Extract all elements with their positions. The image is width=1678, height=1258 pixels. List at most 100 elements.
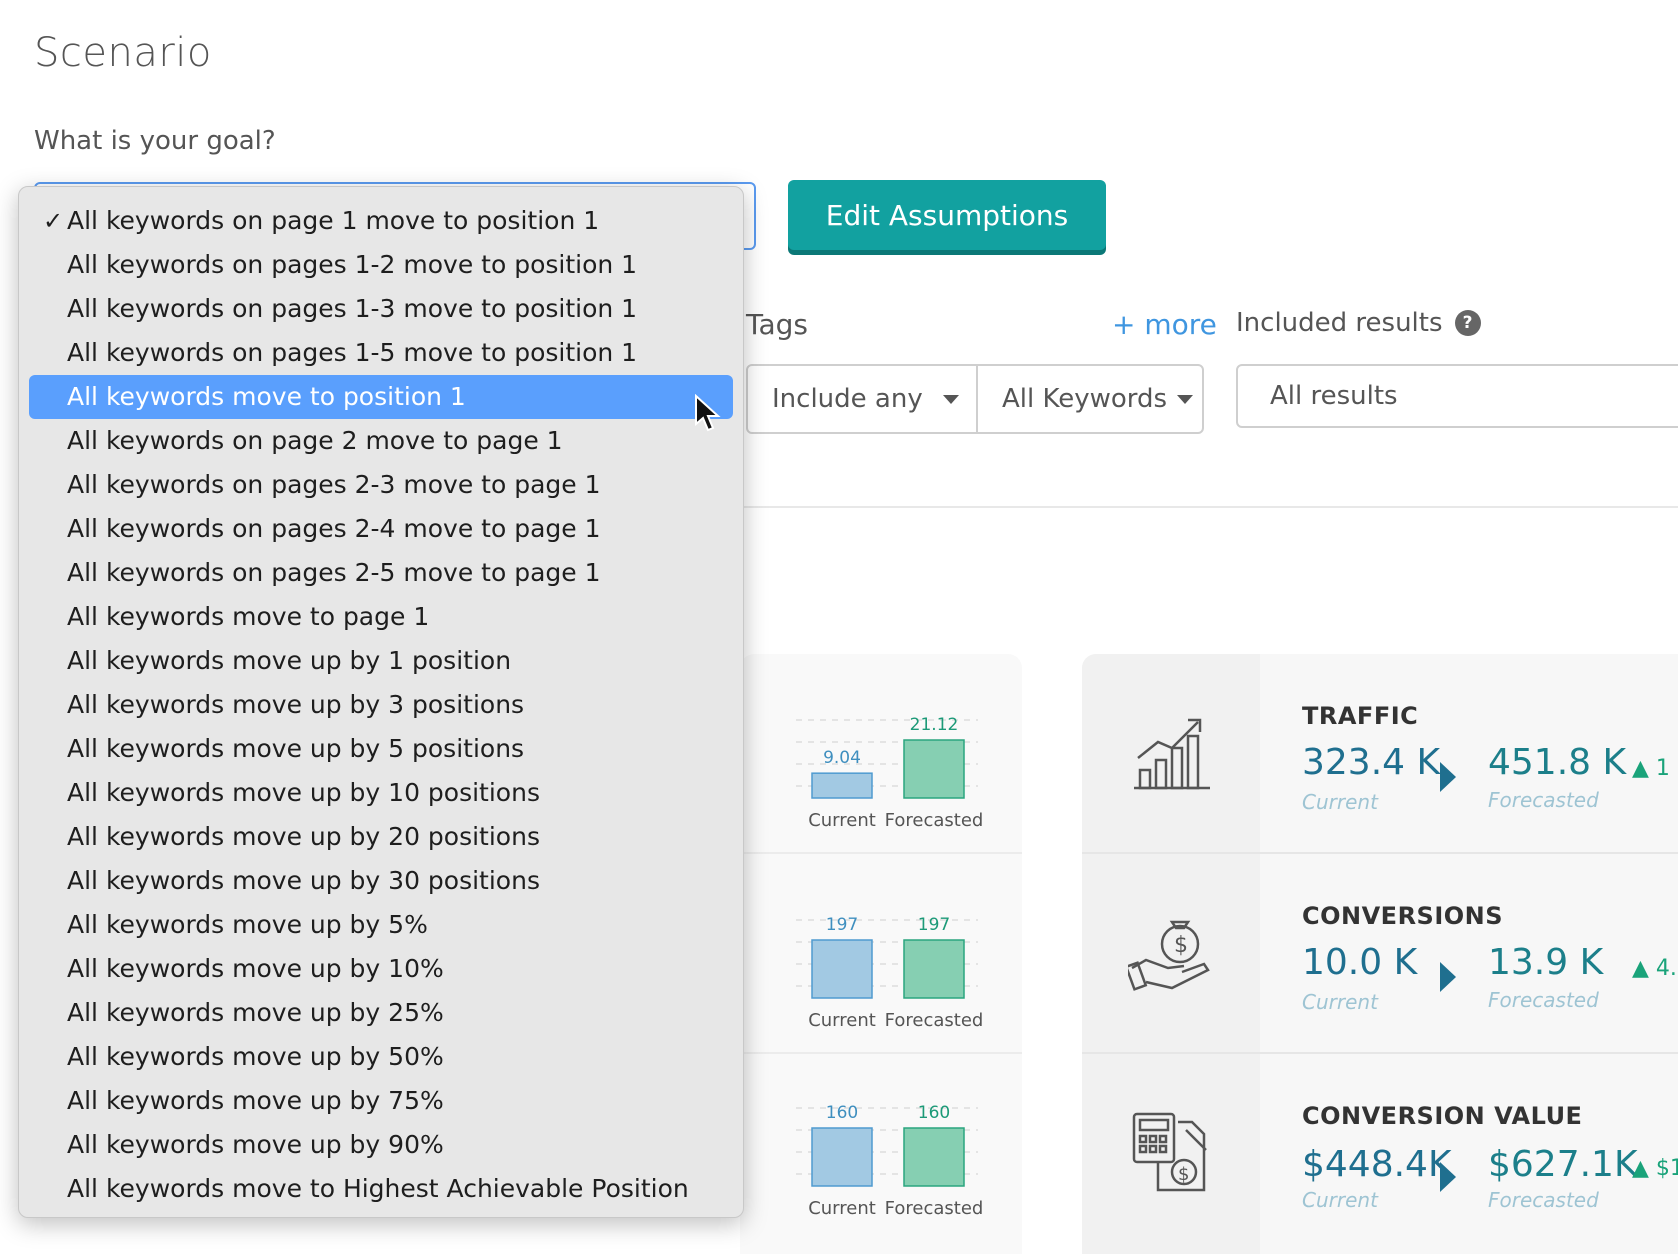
metric-title: CONVERSION VALUE [1302, 1102, 1583, 1130]
goal-menu-item[interactable]: All keywords on pages 1-5 move to positi… [29, 331, 733, 375]
goal-menu-item-label: All keywords move up by 5% [67, 910, 428, 939]
bar-forecasted [903, 739, 965, 799]
bar-current [811, 939, 873, 999]
bar-chart-svg: 160 Current 160 Forecasted [796, 1103, 984, 1218]
metric-delta: ▲ 1 [1632, 756, 1670, 781]
bar-forecasted [903, 939, 965, 999]
goal-menu-item[interactable]: All keywords move up by 50% [29, 1035, 733, 1079]
category-label: Current [808, 810, 876, 830]
goal-label: What is your goal? [34, 126, 276, 156]
goal-menu-item-label: All keywords move up by 30 positions [67, 866, 540, 895]
included-results-text: Included results [1236, 308, 1443, 338]
goal-menu-item[interactable]: ✓ All keywords on page 1 move to position… [29, 199, 733, 243]
metric-forecast-value: $627.1K [1488, 1144, 1638, 1185]
divider [1082, 1052, 1678, 1054]
divider [740, 852, 1022, 854]
goal-menu-item-label: All keywords move up by 5 positions [67, 734, 525, 763]
divider [740, 506, 1678, 508]
goal-menu-item[interactable]: All keywords on pages 2-4 move to page 1 [29, 507, 733, 551]
bar-value-label: 160 [826, 1103, 858, 1123]
bar-value-label: 9.04 [823, 748, 861, 768]
goal-dropdown-menu[interactable]: ✓ All keywords on page 1 move to position… [18, 186, 744, 1218]
goal-menu-item-label: All keywords move to position 1 [67, 382, 466, 411]
goal-menu-item-label: All keywords move up by 90% [67, 1130, 444, 1159]
goal-menu-item[interactable]: All keywords move up by 75% [29, 1079, 733, 1123]
bar-current [811, 772, 873, 799]
metric-delta: ▲ $1 [1632, 1156, 1678, 1181]
bar-value-label: 197 [918, 915, 950, 935]
goal-menu-item-label: All keywords on pages 1-5 move to positi… [67, 338, 638, 367]
more-link[interactable]: + more [1112, 308, 1217, 341]
goal-menu-item[interactable]: All keywords move up by 5 positions [29, 727, 733, 771]
keywords-value: All Keywords [1002, 384, 1168, 414]
goal-menu-item-label: All keywords move up by 3 positions [67, 690, 525, 719]
tags-label: Tags [746, 308, 808, 341]
caret-down-icon [942, 394, 959, 404]
metric-delta: ▲ 4.0 [1632, 956, 1678, 981]
goal-menu-item[interactable]: All keywords on pages 1-3 move to positi… [29, 287, 733, 331]
goal-menu-item[interactable]: All keywords move to Highest Achievable … [29, 1167, 733, 1211]
metric-current-value: 10.0 K [1302, 942, 1418, 983]
category-label: Forecasted [885, 1010, 984, 1030]
include-mode-value: Include any [772, 384, 923, 414]
metric-current-label: Current [1302, 790, 1378, 814]
page-title: Scenario [34, 30, 212, 76]
divider [1082, 852, 1678, 854]
help-icon[interactable]: ? [1454, 310, 1481, 336]
metric-title: CONVERSIONS [1302, 902, 1504, 930]
caret-down-icon [1177, 394, 1194, 404]
bar-chart-svg: 9.04 Current 21.12 Forecasted [796, 715, 984, 830]
goal-menu-item[interactable]: All keywords move up by 30 positions [29, 859, 733, 903]
goal-menu-item-label: All keywords move up by 1 position [67, 646, 512, 675]
goal-menu-item[interactable]: All keywords move up by 25% [29, 991, 733, 1035]
goal-menu-item[interactable]: All keywords move up by 5% [29, 903, 733, 947]
bar-value-label: 160 [918, 1103, 950, 1123]
goal-menu-item-label: All keywords move up by 10% [67, 954, 444, 983]
included-results-label: Included results ? [1236, 308, 1481, 338]
keywords-dropdown[interactable]: All Keywords [976, 364, 1204, 434]
money-hand-icon: $ [1128, 920, 1210, 991]
goal-menu-item[interactable]: All keywords move to position 1 [29, 375, 733, 419]
calculator-invoice-icon: $ [1132, 1112, 1207, 1192]
goal-menu-item[interactable]: All keywords move up by 10% [29, 947, 733, 991]
metric-forecast-value: 451.8 K [1488, 742, 1627, 783]
bar-current [811, 1127, 873, 1187]
goal-menu-item-label: All keywords move up by 20 positions [67, 822, 540, 851]
metric-forecast-value: 13.9 K [1488, 942, 1604, 983]
goal-menu-item-label: All keywords move to page 1 [67, 602, 430, 631]
metric-current-value: $448.4K [1302, 1144, 1452, 1185]
goal-menu-item[interactable]: All keywords on page 2 move to page 1 [29, 419, 733, 463]
goal-menu-item-label: All keywords on page 1 move to position … [67, 206, 600, 235]
goal-menu-item-label: All keywords on pages 2-3 move to page 1 [67, 470, 601, 499]
goal-menu-item[interactable]: All keywords on pages 2-3 move to page 1 [29, 463, 733, 507]
bar-chart-svg: 197 Current 197 Forecasted [796, 915, 984, 1030]
bar-value-label: 21.12 [910, 715, 959, 735]
metric-current-label: Current [1302, 990, 1378, 1014]
included-results-select[interactable]: All results ⌄ [1236, 364, 1678, 428]
edit-assumptions-button[interactable]: Edit Assumptions [788, 180, 1106, 250]
goal-menu-item[interactable]: All keywords move up by 10 positions [29, 771, 733, 815]
goal-menu-item[interactable]: All keywords move up by 1 position [29, 639, 733, 683]
include-mode-dropdown[interactable]: Include any [746, 364, 978, 434]
goal-menu-item[interactable]: All keywords move up by 20 positions [29, 815, 733, 859]
goal-menu-item[interactable]: All keywords on pages 1-2 move to positi… [29, 243, 733, 287]
category-label: Forecasted [885, 810, 984, 830]
divider [740, 1052, 1022, 1054]
goal-menu-item[interactable]: All keywords move up by 3 positions [29, 683, 733, 727]
goal-menu-item-label: All keywords on page 2 move to page 1 [67, 426, 563, 455]
category-label: Forecasted [885, 1198, 984, 1218]
bar-value-label: 197 [826, 915, 858, 935]
svg-text:$: $ [1174, 933, 1188, 958]
goal-menu-item-label: All keywords on pages 2-5 move to page 1 [67, 558, 601, 587]
goal-menu-item[interactable]: All keywords on pages 2-5 move to page 1 [29, 551, 733, 595]
goal-menu-item-label: All keywords on pages 1-2 move to positi… [67, 250, 638, 279]
traffic-bar-chart: 9.04 Current 21.12 Forecasted [796, 690, 1006, 830]
goal-menu-item-label: All keywords move to Highest Achievable … [67, 1174, 689, 1203]
category-label: Current [808, 1198, 876, 1218]
goal-menu-item[interactable]: All keywords move to page 1 [29, 595, 733, 639]
goal-menu-item-label: All keywords move up by 75% [67, 1086, 444, 1115]
metric-current-value: 323.4 K [1302, 742, 1441, 783]
goal-menu-item[interactable]: All keywords move up by 90% [29, 1123, 733, 1167]
svg-text:$: $ [1178, 1164, 1189, 1185]
conversion-value-bar-chart: 160 Current 160 Forecasted [796, 1078, 1006, 1218]
